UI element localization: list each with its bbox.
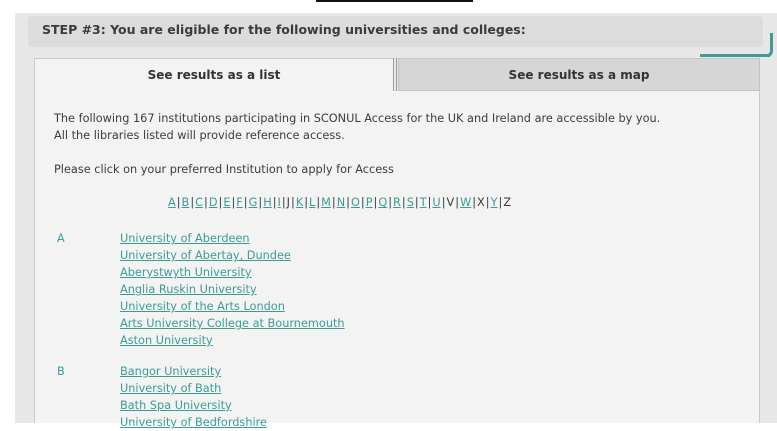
alphabet-index: A|B|C|D|E|F|G|H|I|J|K|L|M|N|O|P|Q|R|S|T|… xyxy=(168,196,511,209)
institution-link[interactable]: Anglia Ruskin University xyxy=(120,283,257,296)
alphabet-separator: | xyxy=(414,196,419,209)
alphabet-letter-o[interactable]: O xyxy=(351,196,360,209)
institution-link[interactable]: Arts University College at Bournemouth xyxy=(120,317,345,330)
alphabet-letter-s[interactable]: S xyxy=(407,196,414,209)
alphabet-separator: | xyxy=(258,196,263,209)
alphabet-letter-r[interactable]: R xyxy=(393,196,401,209)
tab-list-label: See results as a list xyxy=(147,68,281,82)
list-item: Anglia Ruskin University xyxy=(120,281,345,298)
alphabet-separator: | xyxy=(388,196,393,209)
alphabet-separator: | xyxy=(176,196,181,209)
alphabet-separator: | xyxy=(346,196,350,209)
alphabet-separator: | xyxy=(304,196,309,209)
tab-map-view[interactable]: See results as a map xyxy=(398,58,760,91)
alphabet-separator: | xyxy=(331,196,336,209)
alphabet-letter-d[interactable]: D xyxy=(209,196,218,209)
tab-divider xyxy=(393,58,397,91)
alphabet-letter-p[interactable]: P xyxy=(366,196,373,209)
institution-list-b: Bangor University University of Bath Bath … xyxy=(120,363,267,431)
alphabet-separator: | xyxy=(281,196,286,209)
list-item: Bath Spa University xyxy=(120,397,267,414)
list-item: Arts University College at Bournemouth xyxy=(120,315,345,332)
alphabet-letter-l[interactable]: L xyxy=(309,196,315,209)
alphabet-letter-e[interactable]: E xyxy=(223,196,230,209)
institution-link[interactable]: Aberystwyth University xyxy=(120,266,252,279)
intro-line-1: The following 167 institutions participa… xyxy=(54,112,661,125)
alphabet-separator: | xyxy=(218,196,223,209)
alphabet-separator: | xyxy=(427,196,432,209)
group-letter-a: A xyxy=(57,232,65,245)
alphabet-separator: | xyxy=(472,196,477,209)
alphabet-letter-u[interactable]: U xyxy=(432,196,440,209)
alphabet-separator: | xyxy=(190,196,195,209)
instruction-text: Please click on your preferred Instituti… xyxy=(54,163,394,176)
alphabet-letter-c[interactable]: C xyxy=(195,196,203,209)
alphabet-letter-b[interactable]: B xyxy=(182,196,190,209)
alphabet-separator: | xyxy=(231,196,236,209)
alphabet-separator: | xyxy=(373,196,378,209)
alphabet-letter-x: X xyxy=(477,196,485,209)
alphabet-separator: | xyxy=(243,196,248,209)
alphabet-separator: | xyxy=(401,196,406,209)
institution-link[interactable]: Bath Spa University xyxy=(120,399,232,412)
institution-link[interactable]: Aston University xyxy=(120,334,213,347)
alphabet-separator: | xyxy=(485,196,490,209)
teal-tab-accent xyxy=(700,33,773,57)
alphabet-separator: | xyxy=(455,196,460,209)
alphabet-letter-h[interactable]: H xyxy=(263,196,272,209)
alphabet-letter-t[interactable]: T xyxy=(420,196,427,209)
alphabet-letter-m[interactable]: M xyxy=(321,196,331,209)
top-rule xyxy=(316,0,473,2)
list-item: Bangor University xyxy=(120,363,267,380)
alphabet-letter-f[interactable]: F xyxy=(236,196,243,209)
institution-link[interactable]: University of the Arts London xyxy=(120,300,285,313)
alphabet-separator: | xyxy=(498,196,503,209)
institution-link[interactable]: University of Abertay, Dundee xyxy=(120,249,291,262)
institution-list-a: University of Aberdeen University of Aber… xyxy=(120,230,345,349)
tab-list-view[interactable]: See results as a list xyxy=(34,58,394,91)
list-item: University of the Arts London xyxy=(120,298,345,315)
alphabet-letter-z: Z xyxy=(503,196,512,209)
alphabet-separator: | xyxy=(272,196,277,209)
alphabet-separator: | xyxy=(204,196,208,209)
alphabet-letter-w[interactable]: W xyxy=(460,196,471,209)
alphabet-letter-v: V xyxy=(446,196,455,209)
list-item: University of Bath xyxy=(120,380,267,397)
alphabet-letter-a[interactable]: A xyxy=(168,196,176,209)
alphabet-letter-j: J xyxy=(286,196,290,209)
institution-link[interactable]: University of Aberdeen xyxy=(120,232,250,245)
alphabet-separator: | xyxy=(316,196,321,209)
step-title: STEP #3: You are eligible for the follow… xyxy=(42,22,526,37)
alphabet-letter-y[interactable]: Y xyxy=(491,196,498,209)
alphabet-letter-q[interactable]: Q xyxy=(378,196,387,209)
alphabet-letter-g[interactable]: G xyxy=(249,196,258,209)
list-item: University of Abertay, Dundee xyxy=(120,247,345,264)
institution-link[interactable]: Bangor University xyxy=(120,365,221,378)
alphabet-letter-i[interactable]: I xyxy=(278,196,281,209)
alphabet-letter-n[interactable]: N xyxy=(337,196,345,209)
institution-link[interactable]: University of Bath xyxy=(120,382,221,395)
list-item: Aberystwyth University xyxy=(120,264,345,281)
group-letter-b: B xyxy=(57,365,65,378)
list-item: University of Aberdeen xyxy=(120,230,345,247)
alphabet-separator: | xyxy=(360,196,365,209)
tab-map-label: See results as a map xyxy=(508,68,650,82)
alphabet-letter-k[interactable]: K xyxy=(296,196,303,209)
intro-text: The following 167 institutions participa… xyxy=(54,110,754,144)
alphabet-separator: | xyxy=(441,196,446,209)
intro-line-2: All the libraries listed will provide re… xyxy=(54,129,345,142)
alphabet-separator: | xyxy=(291,196,295,209)
list-item: Aston University xyxy=(120,332,345,349)
